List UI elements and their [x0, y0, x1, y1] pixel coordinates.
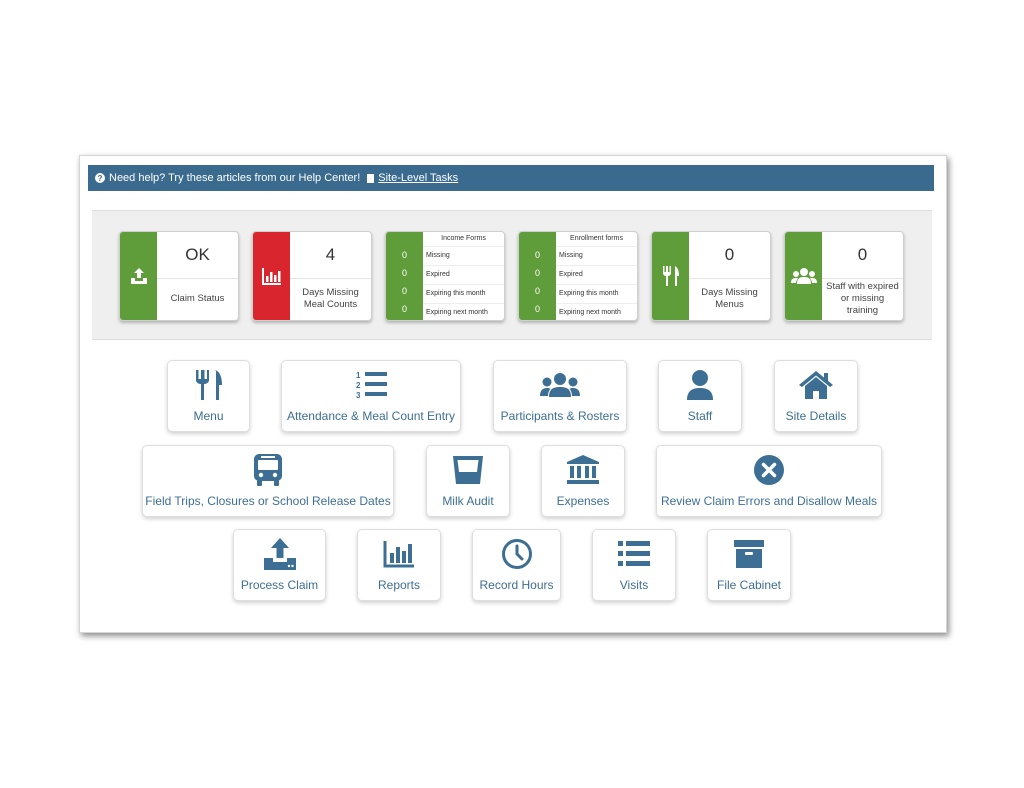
- staff-tile[interactable]: Staff: [658, 360, 742, 432]
- claim-status-card[interactable]: OK Claim Status: [119, 231, 239, 321]
- income-expired-label: Expired: [423, 265, 504, 284]
- enroll-expiring-month-count: 0: [534, 286, 540, 296]
- income-expiring-month-label: Expiring this month: [423, 284, 504, 303]
- attendance-tile[interactable]: 123 Attendance & Meal Count Entry: [281, 360, 461, 432]
- enroll-expired-label: Expired: [556, 265, 637, 284]
- process-claim-tile[interactable]: Process Claim: [233, 529, 326, 601]
- enroll-expiring-next-label: Expiring next month: [556, 303, 637, 320]
- expenses-label: Expenses: [556, 494, 610, 508]
- bus-icon: [252, 450, 284, 490]
- bar-chart-icon: [383, 534, 415, 574]
- enrollment-forms-title: Enrollment forms: [570, 235, 623, 242]
- income-expiring-next-count: 0: [401, 304, 407, 314]
- document-icon: [367, 173, 375, 183]
- utensils-icon: [652, 232, 689, 320]
- dashboard-panel: ? Need help? Try these articles from our…: [79, 155, 947, 633]
- bar-chart-icon: [253, 232, 290, 320]
- times-circle-icon: [753, 450, 785, 490]
- missing-meal-counts-card[interactable]: 4 Days Missing Meal Counts: [252, 231, 372, 321]
- list-icon: [618, 534, 650, 574]
- users-icon: [785, 232, 822, 320]
- claim-status-label: Claim Status: [170, 293, 225, 304]
- attendance-label: Attendance & Meal Count Entry: [286, 409, 456, 423]
- income-missing-count: 0: [401, 250, 407, 260]
- reports-label: Reports: [377, 578, 421, 592]
- upload-tray-icon: [263, 534, 297, 574]
- enroll-missing-count: 0: [534, 250, 540, 260]
- missing-menus-label: Days Missing Menus: [701, 287, 758, 310]
- field-trips-tile[interactable]: Field Trips, Closures or School Release …: [142, 445, 394, 517]
- help-text: Need help? Try these articles from our H…: [109, 172, 361, 184]
- participants-label: Participants & Rosters: [500, 409, 620, 423]
- missing-meal-counts-label: Days Missing Meal Counts: [302, 287, 359, 310]
- staff-training-label: Staff with expired or missing training: [826, 281, 899, 316]
- enrollment-forms-card[interactable]: 0 0 0 0 Enrollment forms Missing Expired…: [518, 231, 638, 321]
- income-forms-title: Income Forms: [441, 235, 486, 242]
- home-icon: [798, 365, 834, 405]
- enroll-missing-label: Missing: [556, 246, 637, 265]
- stats-strip: OK Claim Status 4 Days Missing Meal Coun…: [92, 210, 932, 340]
- enroll-expired-count: 0: [534, 268, 540, 278]
- file-cabinet-label: File Cabinet: [716, 578, 782, 592]
- income-missing-label: Missing: [423, 246, 504, 265]
- bank-icon: [566, 450, 600, 490]
- process-claim-label: Process Claim: [240, 578, 319, 592]
- enroll-expiring-next-count: 0: [534, 304, 540, 314]
- clock-icon: [501, 534, 533, 574]
- field-trips-label: Field Trips, Closures or School Release …: [145, 494, 391, 508]
- users-icon: [540, 365, 580, 405]
- income-forms-card[interactable]: 0 0 0 0 Income Forms Missing Expired Exp…: [385, 231, 505, 321]
- svg-text:2: 2: [356, 381, 361, 390]
- milk-audit-label: Milk Audit: [442, 494, 494, 508]
- staff-training-card[interactable]: 0 Staff with expired or missing training: [784, 231, 904, 321]
- income-expiring-next-label: Expiring next month: [423, 303, 504, 320]
- participants-tile[interactable]: Participants & Rosters: [493, 360, 627, 432]
- missing-menus-value: 0: [689, 232, 770, 279]
- milk-audit-tile[interactable]: Milk Audit: [426, 445, 510, 517]
- visits-label: Visits: [619, 578, 649, 592]
- menu-tile[interactable]: Menu: [167, 360, 250, 432]
- claim-status-value: OK: [157, 232, 238, 279]
- reports-tile[interactable]: Reports: [357, 529, 441, 601]
- upload-tray-icon: [120, 232, 157, 320]
- file-cabinet-tile[interactable]: File Cabinet: [707, 529, 791, 601]
- cup-icon: [452, 450, 484, 490]
- user-icon: [686, 365, 714, 405]
- svg-text:3: 3: [356, 391, 361, 400]
- visits-tile[interactable]: Visits: [592, 529, 676, 601]
- enroll-expiring-month-label: Expiring this month: [556, 284, 637, 303]
- expenses-tile[interactable]: Expenses: [541, 445, 625, 517]
- site-details-label: Site Details: [785, 409, 847, 423]
- income-expired-count: 0: [401, 268, 407, 278]
- menu-label: Menu: [193, 409, 224, 423]
- question-circle-icon: ?: [95, 173, 105, 183]
- review-claim-tile[interactable]: Review Claim Errors and Disallow Meals: [656, 445, 882, 517]
- utensils-icon: [195, 365, 223, 405]
- staff-training-value: 0: [822, 232, 903, 279]
- review-claim-label: Review Claim Errors and Disallow Meals: [660, 494, 878, 508]
- staff-label: Staff: [687, 409, 713, 423]
- site-details-tile[interactable]: Site Details: [774, 360, 858, 432]
- record-hours-label: Record Hours: [479, 578, 554, 592]
- archive-icon: [733, 534, 765, 574]
- svg-text:1: 1: [356, 371, 361, 380]
- missing-meal-counts-value: 4: [290, 232, 371, 279]
- missing-menus-card[interactable]: 0 Days Missing Menus: [651, 231, 771, 321]
- record-hours-tile[interactable]: Record Hours: [472, 529, 561, 601]
- income-expiring-month-count: 0: [401, 286, 407, 296]
- help-bar: ? Need help? Try these articles from our…: [88, 165, 934, 191]
- site-level-tasks-link[interactable]: Site-Level Tasks: [378, 172, 458, 184]
- numbered-list-icon: 123: [355, 365, 387, 405]
